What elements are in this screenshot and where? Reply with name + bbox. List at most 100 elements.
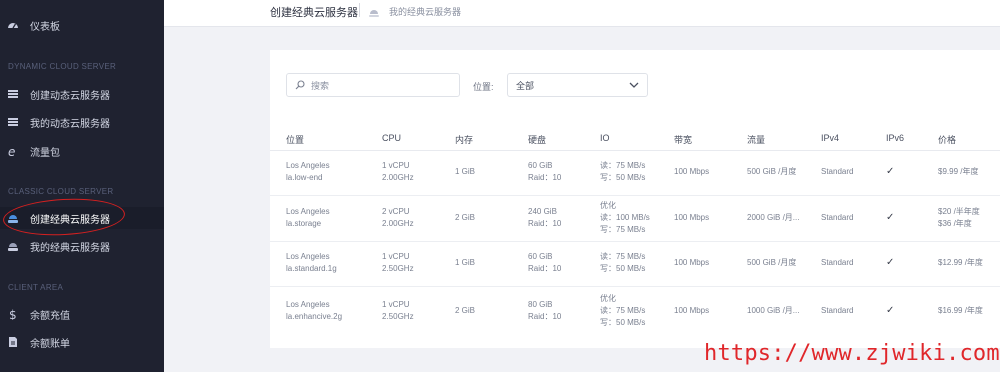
location-city: Los Angeles <box>286 252 330 261</box>
io-read: 读：75 MB/s <box>600 161 646 170</box>
io-write: 写：75 MB/s <box>600 225 646 234</box>
location-city: Los Angeles <box>286 207 330 216</box>
search-input[interactable]: 搜索 <box>286 73 460 97</box>
plan-id: la.low-end <box>286 173 323 182</box>
sidebar-item-label: 我的经典云服务器 <box>30 242 110 254</box>
disk-raid: Raid：10 <box>528 312 562 321</box>
chevron-down-icon <box>629 80 639 90</box>
header-price: 价格 <box>938 135 957 145</box>
disk-raid: Raid：10 <box>528 173 562 182</box>
io-write: 写：50 MB/s <box>600 173 646 182</box>
sidebar-section-client: CLIENT AREA <box>8 283 64 292</box>
disk-size: 240 GiB <box>528 207 557 216</box>
traffic: 1000 GiB /月... <box>747 306 800 315</box>
disk-size: 80 GiB <box>528 300 553 309</box>
cpu-freq: 2.00GHz <box>382 173 414 182</box>
io-optimized: 优化 <box>600 201 616 210</box>
location-select[interactable]: 全部 <box>507 73 648 97</box>
sidebar-item-label: 创建动态云服务器 <box>30 90 110 102</box>
search-icon <box>295 80 305 90</box>
sidebar-section-classic: CLASSIC CLOUD SERVER <box>8 187 114 196</box>
memory: 1 GiB <box>455 258 476 267</box>
sidebar-item-my-dynamic[interactable]: 我的动态云服务器 <box>0 111 164 133</box>
bandwidth: 100 Mbps <box>674 306 710 315</box>
cloud-server-icon <box>7 212 19 224</box>
header-location: 位置 <box>286 135 305 145</box>
sidebar: 仪表板 DYNAMIC CLOUD SERVER 创建动态云服务器 我的动态云服… <box>0 0 164 372</box>
traffic: 500 GiB /月度 <box>747 258 797 267</box>
server-plans-card: 搜索 位置: 全部 位置 CPU 内存 硬盘 IO 带宽 流量 IPv4 IPv… <box>270 50 1000 348</box>
document-icon <box>7 336 19 348</box>
plan-id: la.enhancive.2g <box>286 312 343 321</box>
sidebar-item-label: 余额账单 <box>30 338 70 350</box>
server-list-icon <box>7 88 19 100</box>
io-write: 写：50 MB/s <box>600 318 646 327</box>
price-alt: $36 /年度 <box>938 219 972 228</box>
sidebar-item-balance-bill[interactable]: 余额账单 <box>0 331 164 353</box>
memory: 2 GiB <box>455 306 476 315</box>
breadcrumb[interactable]: 我的经典云服务器 <box>389 5 461 18</box>
bandwidth: 100 Mbps <box>674 213 710 222</box>
price: $16.99 /年度 <box>938 306 983 315</box>
traffic: 2000 GiB /月... <box>747 213 800 222</box>
header-traffic: 流量 <box>747 135 766 145</box>
search-placeholder: 搜索 <box>311 80 330 91</box>
svg-text:e: e <box>8 145 15 157</box>
sidebar-item-balance-topup[interactable]: $ 余额充值 <box>0 303 164 325</box>
disk-size: 60 GiB <box>528 252 553 261</box>
ipv4: Standard <box>821 167 854 176</box>
table-row[interactable]: Los Angeles la.low-end 1 vCPU 2.00GHz 1 … <box>270 151 1000 196</box>
table-row[interactable]: Los Angeles la.storage 2 vCPU 2.00GHz 2 … <box>270 196 1000 242</box>
price: $20 /半年度 <box>938 207 980 216</box>
table-row[interactable]: Los Angeles la.standard.1g 1 vCPU 2.50GH… <box>270 242 1000 287</box>
traffic: 500 GiB /月度 <box>747 167 797 176</box>
ipv6-check-icon: ✓ <box>886 212 895 223</box>
sidebar-item-label: 仪表板 <box>30 21 60 33</box>
sidebar-item-label: 流量包 <box>30 147 60 159</box>
plan-id: la.storage <box>286 219 322 228</box>
cpu-cores: 1 vCPU <box>382 300 410 309</box>
location-city: Los Angeles <box>286 300 330 309</box>
location-select-value: 全部 <box>516 80 535 91</box>
header-ipv4: IPv4 <box>821 133 840 143</box>
header-io: IO <box>600 133 610 143</box>
sidebar-item-label: 我的动态云服务器 <box>30 118 110 130</box>
dollar-icon: $ <box>7 308 19 320</box>
breadcrumb-divider <box>359 3 360 17</box>
sidebar-item-label: 余额充值 <box>30 310 70 322</box>
cpu-freq: 2.50GHz <box>382 264 414 273</box>
table-header: 位置 CPU 内存 硬盘 IO 带宽 流量 IPv4 IPv6 价格 <box>270 124 1000 151</box>
ipv6-check-icon: ✓ <box>886 257 895 268</box>
bandwidth: 100 Mbps <box>674 167 710 176</box>
price: $12.99 /年度 <box>938 258 983 267</box>
sidebar-item-create-dynamic[interactable]: 创建动态云服务器 <box>0 83 164 105</box>
cloud-server-icon <box>368 5 380 23</box>
cpu-freq: 2.00GHz <box>382 219 414 228</box>
dashboard-icon <box>7 19 19 31</box>
page-title: 创建经典云服务器 <box>270 7 358 19</box>
watermark: https://www.zjwiki.com <box>704 341 1000 366</box>
disk-raid: Raid：10 <box>528 264 562 273</box>
server-list-icon <box>7 116 19 128</box>
sidebar-item-my-classic[interactable]: 我的经典云服务器 <box>0 235 164 257</box>
sidebar-item-traffic-pack[interactable]: e 流量包 <box>0 140 164 162</box>
header-memory: 内存 <box>455 135 474 145</box>
cpu-cores: 1 vCPU <box>382 161 410 170</box>
ipv4: Standard <box>821 306 854 315</box>
cpu-freq: 2.50GHz <box>382 312 414 321</box>
sidebar-item-create-classic[interactable]: 创建经典云服务器 <box>0 207 164 229</box>
sidebar-section-dynamic: DYNAMIC CLOUD SERVER <box>8 62 117 71</box>
svg-text:$: $ <box>9 308 17 320</box>
ipv6-check-icon: ✓ <box>886 305 895 316</box>
cloud-server-icon <box>7 240 19 252</box>
cpu-cores: 2 vCPU <box>382 207 410 216</box>
disk-raid: Raid：10 <box>528 219 562 228</box>
cpu-cores: 1 vCPU <box>382 252 410 261</box>
sidebar-item-dashboard[interactable]: 仪表板 <box>0 14 164 36</box>
memory: 2 GiB <box>455 213 476 222</box>
ipv6-check-icon: ✓ <box>886 166 895 177</box>
location-label: 位置: <box>473 82 494 92</box>
table-row[interactable]: Los Angeles la.enhancive.2g 1 vCPU 2.50G… <box>270 287 1000 335</box>
price: $9.99 /年度 <box>938 167 979 176</box>
memory: 1 GiB <box>455 167 476 176</box>
